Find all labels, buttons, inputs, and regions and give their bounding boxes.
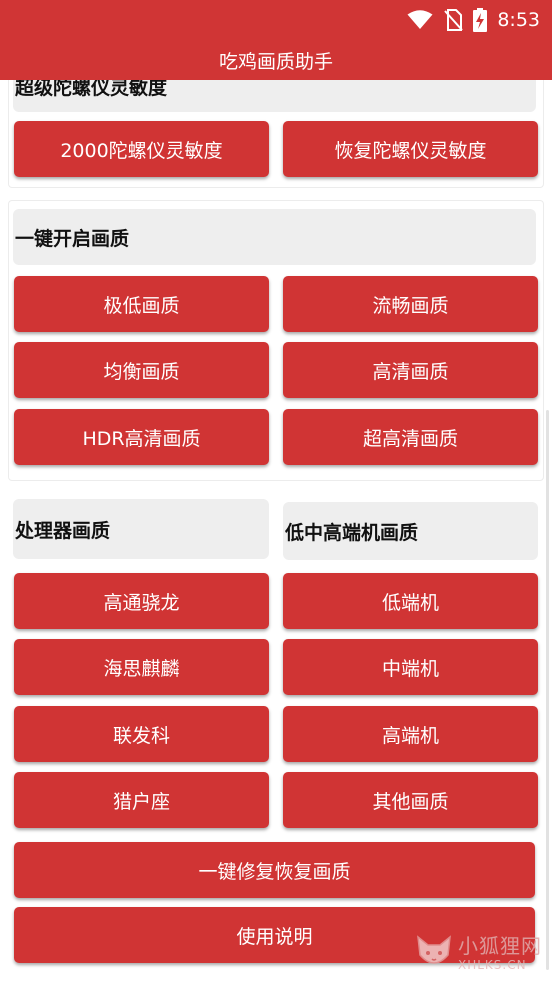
device-high-end-button[interactable]: 高端机 xyxy=(283,706,538,762)
quality-ultra-hd-button[interactable]: 超高清画质 xyxy=(283,409,538,465)
processor-mediatek-button[interactable]: 联发科 xyxy=(14,706,269,762)
watermark-text: 小狐狸网 xyxy=(458,933,542,958)
device-section-header: 低中高端机画质 xyxy=(283,502,538,560)
device-section-title: 低中高端机画质 xyxy=(285,521,419,544)
scroll-content[interactable]: 超级陀螺仪灵敏度 2000陀螺仪灵敏度 恢复陀螺仪灵敏度 一键开启画质 极低画质… xyxy=(0,0,552,981)
quality-very-low-button[interactable]: 极低画质 xyxy=(14,276,269,332)
quality-section-header: 一键开启画质 xyxy=(13,209,536,265)
app-title: 吃鸡画质助手 xyxy=(218,50,333,73)
processor-kirin-button[interactable]: 海思麒麟 xyxy=(14,639,269,695)
quality-hd-button[interactable]: 高清画质 xyxy=(283,342,538,398)
quality-hdr-button[interactable]: HDR高清画质 xyxy=(14,409,269,465)
watermark: 小狐狸网 XHLKS.CN xyxy=(414,930,544,976)
processor-section-title: 处理器画质 xyxy=(15,519,111,542)
repair-restore-button[interactable]: 一键修复恢复画质 xyxy=(14,842,535,898)
watermark-subtext: XHLKS.CN xyxy=(458,957,527,972)
gyro-2000-button[interactable]: 2000陀螺仪灵敏度 xyxy=(14,121,269,177)
device-mid-range-button[interactable]: 中端机 xyxy=(283,639,538,695)
fox-logo-icon xyxy=(414,931,454,975)
quality-balanced-button[interactable]: 均衡画质 xyxy=(14,342,269,398)
app-bar: 吃鸡画质助手 xyxy=(0,40,552,80)
scrollbar[interactable] xyxy=(546,410,549,970)
device-low-end-button[interactable]: 低端机 xyxy=(283,573,538,629)
processor-section-header: 处理器画质 xyxy=(13,499,269,559)
quality-smooth-button[interactable]: 流畅画质 xyxy=(283,276,538,332)
processor-snapdragon-button[interactable]: 高通骁龙 xyxy=(14,573,269,629)
gyro-restore-button[interactable]: 恢复陀螺仪灵敏度 xyxy=(283,121,538,177)
device-other-button[interactable]: 其他画质 xyxy=(283,772,538,828)
quality-section-title: 一键开启画质 xyxy=(15,227,130,250)
processor-exynos-button[interactable]: 猎户座 xyxy=(14,772,269,828)
